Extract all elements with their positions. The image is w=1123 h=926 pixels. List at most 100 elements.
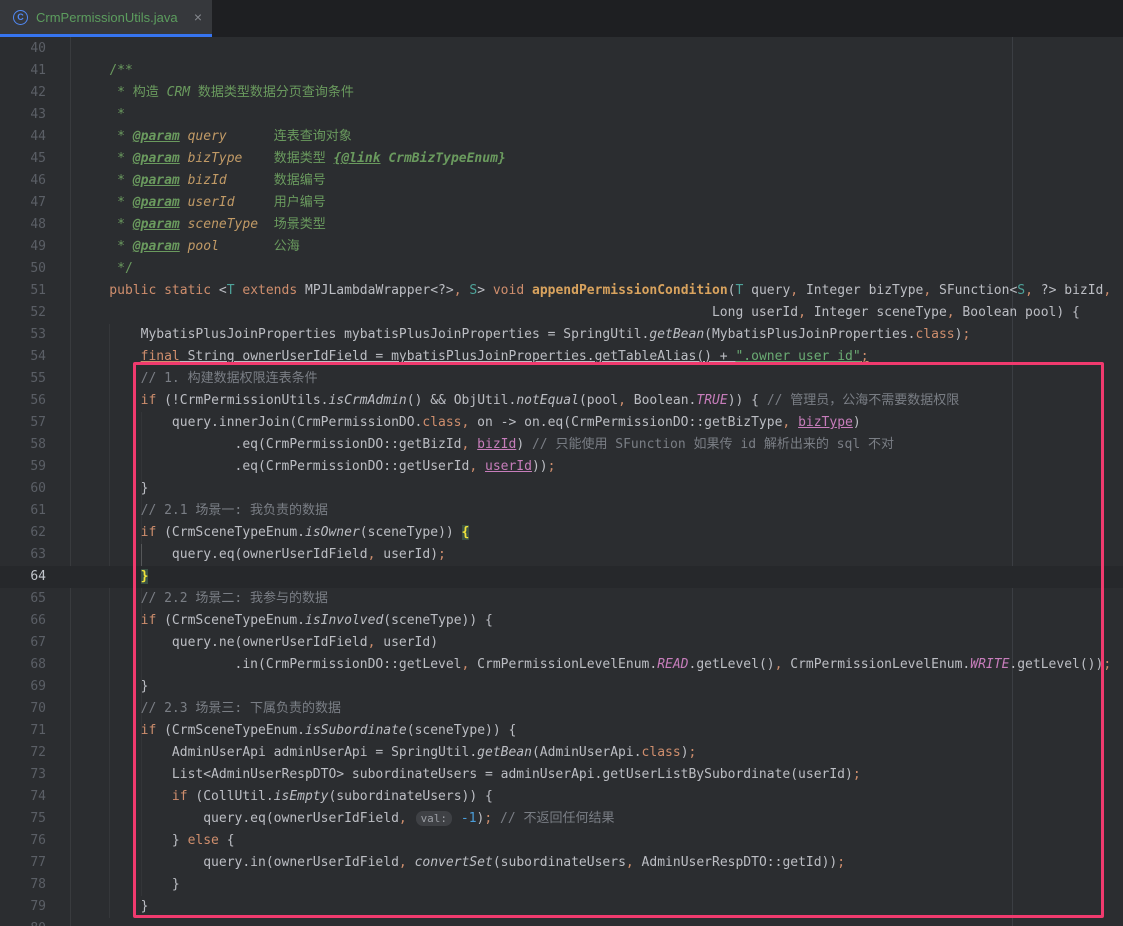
line-number[interactable]: 78 [0,874,46,896]
line-number[interactable]: 64 [0,566,46,588]
code-token-doc-param: bizType [180,151,243,166]
code-line[interactable]: 47 * @param userId 用户编号 [0,192,1123,214]
line-number[interactable]: 44 [0,126,46,148]
line-number[interactable]: 54 [0,346,46,368]
line-number[interactable]: 41 [0,60,46,82]
line-number[interactable]: 63 [0,544,46,566]
code-line[interactable]: 62 if (CrmSceneTypeEnum.isOwner(sceneTyp… [0,522,1123,544]
code-line[interactable]: 73 List<AdminUserRespDTO> subordinateUse… [0,764,1123,786]
line-number[interactable]: 42 [0,82,46,104]
java-class-icon: C [13,10,28,25]
line-number[interactable]: 56 [0,390,46,412]
line-number[interactable]: 76 [0,830,46,852]
code-line[interactable]: 74 if (CollUtil.isEmpty(subordinateUsers… [0,786,1123,808]
code-line[interactable]: 57 query.innerJoin(CrmPermissionDO.class… [0,412,1123,434]
line-number[interactable]: 60 [0,478,46,500]
code-line[interactable]: 78 } [0,874,1123,896]
code-line[interactable]: 61 // 2.1 场景一: 我负责的数据 [0,500,1123,522]
line-number[interactable]: 40 [0,38,46,60]
line-number[interactable]: 53 [0,324,46,346]
line-number[interactable]: 71 [0,720,46,742]
code-token-param-ref: bizType [798,415,853,430]
line-number[interactable]: 43 [0,104,46,126]
code-token-text: } [78,877,180,892]
code-line[interactable]: 66 if (CrmSceneTypeEnum.isInvolved(scene… [0,610,1123,632]
line-number[interactable]: 48 [0,214,46,236]
code-line[interactable]: 52 Long userId, Integer sceneType, Boole… [0,302,1123,324]
code-line[interactable]: 48 * @param sceneType 场景类型 [0,214,1123,236]
code-line[interactable]: 70 // 2.3 场景三: 下属负责的数据 [0,698,1123,720]
code-line[interactable]: 79 } [0,896,1123,918]
code-token-keyword: , [923,283,931,298]
line-number[interactable]: 75 [0,808,46,830]
line-number[interactable]: 61 [0,500,46,522]
code-line[interactable]: 72 AdminUserApi adminUserApi = SpringUti… [0,742,1123,764]
code-text: .eq(CrmPermissionDO::getBizId, bizId) //… [70,434,1123,456]
code-line[interactable]: 69 } [0,676,1123,698]
line-number[interactable]: 74 [0,786,46,808]
code-line[interactable]: 50 */ [0,258,1123,280]
code-line[interactable]: 60 } [0,478,1123,500]
code-line[interactable]: 45 * @param bizType 数据类型 {@link CrmBizTy… [0,148,1123,170]
line-number[interactable]: 59 [0,456,46,478]
code-line[interactable]: 46 * @param bizId 数据编号 [0,170,1123,192]
code-line[interactable]: 40 [0,38,1123,60]
code-token-doc-tag: {@link [334,151,381,166]
code-line[interactable]: 76 } else { [0,830,1123,852]
code-line[interactable]: 75 query.eq(ownerUserIdField, val: -1); … [0,808,1123,830]
line-number[interactable]: 65 [0,588,46,610]
line-number[interactable]: 49 [0,236,46,258]
code-line[interactable]: 71 if (CrmSceneTypeEnum.isSubordinate(sc… [0,720,1123,742]
line-number[interactable]: 58 [0,434,46,456]
code-line[interactable]: 63 query.eq(ownerUserIdField, userId); [0,544,1123,566]
code-editor[interactable]: 4041 /**42 * 构造 CRM 数据类型数据分页查询条件43 *44 *… [0,37,1123,926]
code-line[interactable]: 51 public static <T extends MPJLambdaWra… [0,280,1123,302]
code-line[interactable]: 56 if (!CrmPermissionUtils.isCrmAdmin() … [0,390,1123,412]
line-number[interactable]: 69 [0,676,46,698]
code-token-doc: 数据类型数据分页查询条件 [190,85,354,100]
line-number[interactable]: 70 [0,698,46,720]
line-number[interactable]: 62 [0,522,46,544]
line-number[interactable]: 68 [0,654,46,676]
code-token-text: (subordinateUsers [493,855,626,870]
line-number[interactable]: 50 [0,258,46,280]
line-number[interactable]: 80 [0,918,46,926]
line-number[interactable]: 55 [0,368,46,390]
line-number[interactable]: 51 [0,280,46,302]
line-number[interactable]: 66 [0,610,46,632]
line-number[interactable]: 47 [0,192,46,214]
code-line[interactable]: 43 * [0,104,1123,126]
line-number[interactable]: 57 [0,412,46,434]
line-number[interactable]: 67 [0,632,46,654]
line-number[interactable]: 46 [0,170,46,192]
line-number[interactable]: 72 [0,742,46,764]
code-token-doc-tag: @param [133,195,180,210]
code-line[interactable]: 58 .eq(CrmPermissionDO::getBizId, bizId)… [0,434,1123,456]
code-token-doc: 连表查询对象 [227,129,352,144]
code-line[interactable]: 41 /** [0,60,1123,82]
code-token-text: ) [681,745,689,760]
code-line[interactable]: 55 // 1. 构建数据权限连表条件 [0,368,1123,390]
code-token-keyword: public static [78,283,219,298]
line-number[interactable]: 45 [0,148,46,170]
code-line[interactable]: 65 // 2.2 场景二: 我参与的数据 [0,588,1123,610]
code-line[interactable]: 49 * @param pool 公海 [0,236,1123,258]
line-number[interactable]: 79 [0,896,46,918]
code-line[interactable]: 42 * 构造 CRM 数据类型数据分页查询条件 [0,82,1123,104]
code-line[interactable]: 77 query.in(ownerUserIdField, convertSet… [0,852,1123,874]
line-number[interactable]: 52 [0,302,46,324]
code-line[interactable]: 54 final String ownerUserIdField = mybat… [0,346,1123,368]
code-line[interactable]: 59 .eq(CrmPermissionDO::getUserId, userI… [0,456,1123,478]
line-number[interactable]: 73 [0,764,46,786]
line-number[interactable]: 77 [0,852,46,874]
code-token-number: -1 [461,811,477,826]
code-line[interactable]: 68 .in(CrmPermissionDO::getLevel, CrmPer… [0,654,1123,676]
code-line[interactable]: 53 MybatisPlusJoinProperties mybatisPlus… [0,324,1123,346]
code-line[interactable]: 80 [0,918,1123,926]
editor-tab-crmpermissionutils[interactable]: C CrmPermissionUtils.java × [0,0,212,37]
code-line-active[interactable]: 64 } [0,566,1123,588]
code-token-keyword-u: final [141,349,180,364]
tab-close-icon[interactable]: × [194,10,202,24]
code-line[interactable]: 44 * @param query 连表查询对象 [0,126,1123,148]
code-line[interactable]: 67 query.ne(ownerUserIdField, userId) [0,632,1123,654]
